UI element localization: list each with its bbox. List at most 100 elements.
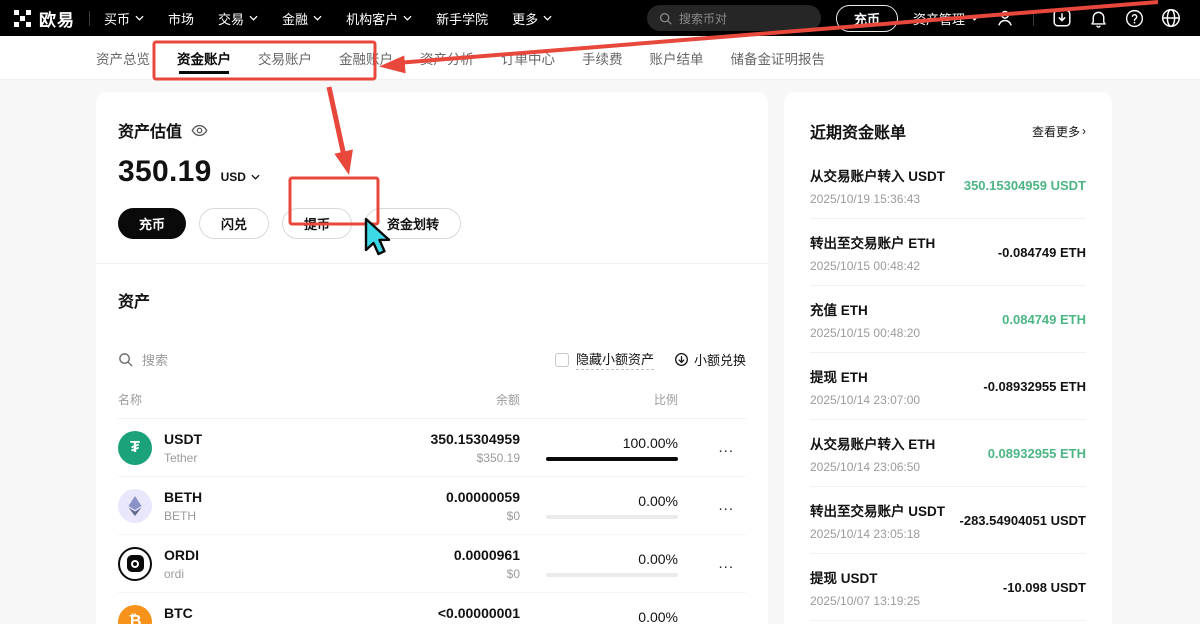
row-more-menu[interactable]: ... [678, 614, 746, 624]
menu-buy-crypto[interactable]: 买币 [104, 9, 144, 28]
tab-proof-of-reserves[interactable]: 储备金证明报告 [731, 36, 826, 80]
asset-balance: 0.0000961 [370, 547, 520, 563]
main-menu: 买币 市场 交易 金融 机构客户 新手学院 更多 [104, 9, 552, 28]
list-item[interactable]: 从交易账户转入 USDT2025/10/19 15:36:43 350.1530… [810, 152, 1086, 219]
asset-fiat-value: $350.19 [370, 451, 520, 465]
valuation-title: 资产估值 [118, 118, 182, 142]
tx-amount: -0.08932955 ETH [983, 379, 1086, 394]
recent-funding-bills-panel: 近期资金账单 查看更多› 从交易账户转入 USDT2025/10/19 15:3… [784, 92, 1112, 624]
tab-fees[interactable]: 手续费 [582, 36, 623, 80]
asset-balance: 350.15304959 [370, 431, 520, 447]
list-item[interactable]: 转出至交易账户 ETH2025/10/15 00:48:42 -0.084749… [810, 219, 1086, 286]
table-row[interactable]: BETHBETH 0.00000059$0 0.00% ... [118, 477, 746, 535]
tab-account-statement[interactable]: 账户结单 [650, 36, 704, 80]
chevron-down-icon [249, 15, 258, 21]
asset-search-placeholder: 搜索 [142, 350, 168, 369]
asset-name: Tether [164, 451, 202, 465]
brand-name: 欧易 [39, 6, 75, 31]
user-profile-icon[interactable] [994, 7, 1016, 29]
list-item[interactable]: 提现 ETH2025/10/14 23:07:00 -0.08932955 ET… [810, 353, 1086, 420]
list-item[interactable]: 转出至交易账户 USDT2025/10/14 23:05:18 -283.549… [810, 487, 1086, 554]
menu-academy[interactable]: 新手学院 [436, 9, 488, 28]
asset-management-menu[interactable]: 资产管理 [913, 9, 979, 28]
asset-balance: 0.00000059 [370, 489, 520, 505]
asset-name: ordi [164, 567, 199, 581]
download-app-icon[interactable] [1051, 7, 1073, 29]
tab-asset-overview[interactable]: 资产总览 [96, 36, 150, 80]
row-more-menu[interactable]: ... [678, 497, 746, 514]
column-balance: 余额 [370, 391, 520, 408]
column-ratio: 比例 [520, 391, 678, 408]
tx-title: 从交易账户转入 ETH [810, 433, 935, 453]
tab-asset-analysis[interactable]: 资产分析 [420, 36, 474, 80]
chevron-down-icon [313, 15, 322, 21]
menu-finance[interactable]: 金融 [282, 9, 322, 28]
tab-trading-account[interactable]: 交易账户 [258, 36, 312, 80]
tx-title: 转出至交易账户 USDT [810, 500, 945, 520]
eye-visibility-icon[interactable] [191, 124, 208, 137]
asset-ratio: 100.00% [623, 435, 678, 451]
menu-markets[interactable]: 市场 [168, 9, 194, 28]
ordi-icon [118, 547, 152, 581]
tab-order-center[interactable]: 订单中心 [501, 36, 555, 80]
small-assets-convert-button[interactable]: 小额兑换 [674, 350, 746, 369]
tab-finance-account[interactable]: 金融账户 [339, 36, 393, 80]
asset-name: BETH [164, 509, 202, 523]
view-more-link[interactable]: 查看更多› [1032, 123, 1086, 140]
tx-title: 提现 ETH [810, 366, 920, 386]
asset-balance: <0.00000001 [370, 605, 520, 621]
nav-divider [89, 11, 90, 26]
asset-fiat-value: $0 [370, 567, 520, 581]
list-item[interactable]: 提现 USDT2025/10/07 13:19:25 -10.098 USDT [810, 554, 1086, 621]
chevron-right-icon: › [1082, 124, 1086, 138]
asset-ratio: 0.00% [638, 609, 678, 624]
table-row[interactable]: ₮ USDTTether 350.15304959$350.19 100.00%… [118, 419, 746, 477]
search-icon [118, 352, 133, 367]
language-globe-icon[interactable] [1160, 7, 1182, 29]
tx-time: 2025/10/19 15:36:43 [810, 192, 945, 206]
transfer-button[interactable]: 资金划转 [365, 208, 461, 239]
chevron-down-icon [403, 15, 412, 21]
tx-time: 2025/10/14 23:05:18 [810, 527, 945, 541]
withdraw-button[interactable]: 提币 [282, 208, 352, 239]
ratio-bar [546, 457, 678, 461]
row-more-menu[interactable]: ... [678, 555, 746, 572]
tab-funding-account[interactable]: 资金账户 [177, 36, 231, 80]
chevron-down-icon [970, 15, 979, 21]
asset-search-input[interactable]: 搜索 [118, 350, 168, 369]
list-item[interactable]: 从交易账户转入 ETH2025/10/14 23:06:50 0.0893295… [810, 420, 1086, 487]
tx-amount: 350.15304959 USDT [964, 178, 1086, 193]
hide-small-assets-checkbox[interactable] [555, 353, 569, 367]
row-more-menu[interactable]: ... [678, 439, 746, 456]
list-item[interactable]: 充值 ETH2025/10/15 00:48:20 0.084749 ETH [810, 286, 1086, 353]
tether-icon: ₮ [118, 431, 152, 465]
asset-symbol: BETH [164, 489, 202, 505]
convert-icon [674, 352, 689, 367]
valuation-currency-selector[interactable]: USD [221, 170, 260, 184]
menu-institutional[interactable]: 机构客户 [346, 9, 412, 28]
search-icon [659, 12, 672, 25]
ratio-bar-fill [546, 457, 678, 461]
column-name: 名称 [118, 391, 370, 408]
notifications-bell-icon[interactable] [1088, 8, 1109, 29]
help-icon[interactable] [1124, 8, 1145, 29]
tx-amount: 0.084749 ETH [1002, 312, 1086, 327]
convert-button[interactable]: 闪兑 [199, 208, 269, 239]
tx-amount: -10.098 USDT [1003, 580, 1086, 595]
tx-amount: 0.08932955 ETH [988, 446, 1086, 461]
menu-more[interactable]: 更多 [512, 9, 552, 28]
okx-logo-icon [14, 10, 31, 27]
chevron-down-icon [251, 174, 260, 180]
deposit-button[interactable]: 充币 [118, 208, 186, 239]
deposit-button-top[interactable]: 充币 [836, 5, 898, 32]
asset-ratio: 0.00% [638, 493, 678, 509]
search-input[interactable]: 搜索币对 [647, 5, 821, 31]
menu-trade[interactable]: 交易 [218, 9, 258, 28]
table-row[interactable]: ORDIordi 0.0000961$0 0.00% ... [118, 535, 746, 593]
table-row[interactable]: ₿ BTCBitcoin <0.00000001$0 0.00% ... [118, 593, 746, 624]
okx-logo[interactable]: 欧易 [14, 6, 75, 31]
hide-small-assets-toggle[interactable]: 隐藏小额资产 [555, 349, 654, 370]
account-sub-navigation: 资产总览 资金账户 交易账户 金融账户 资产分析 订单中心 手续费 账户结单 储… [0, 36, 1200, 80]
tx-time: 2025/10/15 00:48:20 [810, 326, 920, 340]
nav-divider [1033, 11, 1034, 26]
